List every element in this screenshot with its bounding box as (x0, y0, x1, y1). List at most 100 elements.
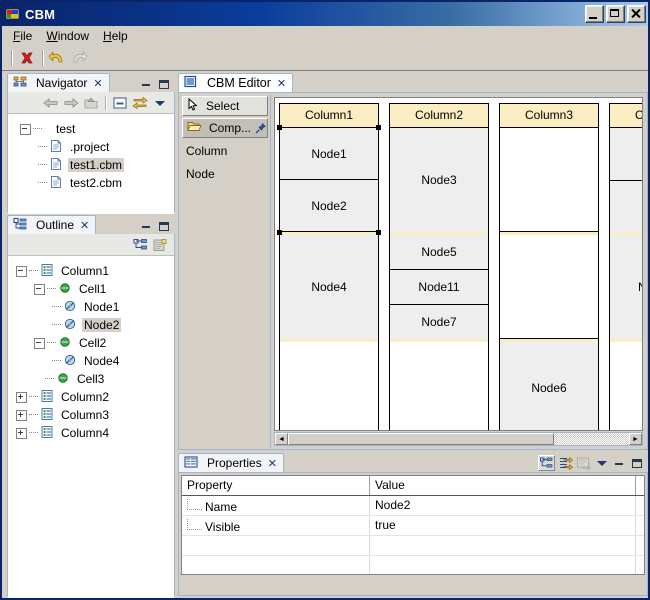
diagram-node[interactable]: Node7 (390, 305, 488, 339)
scrollbar-thumb[interactable] (288, 433, 554, 445)
diagram-node[interactable]: Node3 (390, 128, 488, 232)
expander-icon[interactable] (16, 265, 27, 277)
diagram-cell[interactable]: Node10 (610, 235, 642, 342)
palette-select-tool[interactable]: Select (182, 96, 268, 116)
forward-button[interactable] (61, 94, 81, 112)
navigator-minimize-icon[interactable] (140, 78, 153, 91)
outline-item-node2[interactable]: Node2 (8, 316, 174, 334)
menu-window[interactable]: Window (39, 27, 96, 45)
scroll-right-arrow-icon[interactable]: ► (629, 433, 642, 445)
diagram-cell[interactable]: Node6 (500, 342, 598, 430)
diagram-node[interactable]: Node6 (500, 342, 598, 430)
back-button[interactable] (41, 94, 61, 112)
properties-table[interactable]: Property Value Name Node2 Visible true (181, 475, 645, 575)
outline-tree[interactable]: Column1 Cell1 Node1 Node2 Cell2 Node4 Ce… (8, 256, 174, 598)
diagram-column[interactable]: Column4 Node8 Node9 Node10 (609, 103, 642, 430)
outline-item-node4[interactable]: Node4 (8, 352, 174, 370)
sort-tree-button[interactable] (130, 236, 150, 254)
minimize-button[interactable] (585, 5, 604, 23)
editor-close-icon[interactable]: ✕ (277, 78, 286, 89)
close-button[interactable] (627, 5, 646, 23)
properties-close-icon[interactable]: ✕ (268, 458, 277, 469)
diagram-node[interactable]: Node10 (610, 235, 642, 339)
outline-close-icon[interactable]: ✕ (80, 220, 89, 231)
diagram-node[interactable]: Node4 (280, 235, 378, 339)
table-row[interactable]: Visible true (182, 516, 644, 536)
diagram-cell[interactable] (390, 342, 488, 430)
tree-item-test1-cbm[interactable]: test1.cbm (8, 156, 174, 174)
menu-file[interactable]: File (6, 27, 39, 45)
delete-button[interactable] (17, 48, 37, 68)
palette-entry-column[interactable]: Column (180, 141, 270, 161)
table-row[interactable] (182, 556, 644, 574)
outline-item-cell2[interactable]: Cell2 (8, 334, 174, 352)
value-cell[interactable]: true (370, 516, 636, 535)
selection-handle[interactable] (277, 230, 282, 235)
diagram-cell[interactable]: Node3 (390, 128, 488, 235)
tab-cbm-editor[interactable]: CBM Editor ✕ (178, 73, 294, 92)
diagram-node[interactable]: Node8 (610, 128, 642, 181)
navigator-maximize-icon[interactable] (158, 78, 171, 91)
selection-handle[interactable] (376, 230, 381, 235)
diagram-column[interactable]: Column1 Node1 Node2 Node4 (277, 103, 381, 430)
outline-item-column2[interactable]: Column2 (8, 388, 174, 406)
diagram-cell[interactable]: Node8 Node9 (610, 128, 642, 235)
expander-icon[interactable] (16, 427, 27, 439)
outline-item-cell3[interactable]: Cell3 (8, 370, 174, 388)
menu-help[interactable]: Help (96, 27, 135, 45)
tree-item-test[interactable]: test (8, 120, 174, 138)
outline-maximize-icon[interactable] (158, 220, 171, 233)
scrollbar-track[interactable] (288, 433, 629, 445)
show-advanced-button[interactable] (558, 456, 573, 470)
properties-maximize-icon[interactable] (631, 457, 644, 470)
tab-outline[interactable]: Outline ✕ (7, 215, 97, 234)
tree-item-project[interactable]: .project (8, 138, 174, 156)
properties-view-menu-button[interactable] (594, 456, 609, 470)
expander-icon[interactable] (20, 123, 31, 135)
diagram-node[interactable]: Node5 (390, 235, 488, 270)
outline-item-cell1[interactable]: Cell1 (8, 280, 174, 298)
collapse-all-button[interactable] (110, 94, 130, 112)
value-cell[interactable] (370, 556, 636, 574)
diagram-cell[interactable] (280, 342, 378, 430)
diagram-cell[interactable]: Node4 (280, 235, 378, 342)
diagram-cell[interactable]: Node5 Node11 Node7 (390, 235, 488, 342)
diagram-cell[interactable] (500, 235, 598, 342)
show-categories-button[interactable] (538, 455, 555, 471)
diagram-node[interactable]: Node9 (610, 180, 642, 232)
maximize-button[interactable] (606, 5, 625, 23)
navigator-close-icon[interactable]: ✕ (93, 78, 102, 89)
palette-components-drawer[interactable]: Comp... (182, 118, 268, 138)
properties-minimize-icon[interactable] (613, 457, 626, 470)
undo-button[interactable] (48, 48, 68, 68)
expander-icon[interactable] (16, 409, 27, 421)
outline-item-column4[interactable]: Column4 (8, 424, 174, 442)
link-with-editor-button[interactable] (130, 94, 150, 112)
diagram-cell[interactable] (610, 342, 642, 430)
pin-icon[interactable] (255, 122, 266, 134)
outline-item-node1[interactable]: Node1 (8, 298, 174, 316)
diagram-node[interactable]: Node1 (280, 128, 378, 180)
table-row[interactable] (182, 536, 644, 556)
expander-icon[interactable] (34, 283, 45, 295)
diagram-node[interactable]: Node11 (390, 270, 488, 305)
selection-handle[interactable] (277, 125, 282, 130)
palette-entry-node[interactable]: Node (180, 164, 270, 184)
expander-icon[interactable] (34, 337, 45, 349)
selection-handle[interactable] (376, 125, 381, 130)
outline-minimize-icon[interactable] (140, 220, 153, 233)
diagram-column[interactable]: Column2 Node3 Node5 Node11 Node7 (389, 103, 489, 430)
tab-navigator[interactable]: Navigator ✕ (7, 73, 110, 92)
outline-item-column3[interactable]: Column3 (8, 406, 174, 424)
outline-item-column1[interactable]: Column1 (8, 262, 174, 280)
diagram-node[interactable]: Node2 (280, 180, 378, 232)
diagram-column[interactable]: Column3 Node6 (499, 103, 599, 430)
tree-item-test2-cbm[interactable]: test2.cbm (8, 174, 174, 192)
diagram-cell[interactable] (500, 128, 598, 235)
table-row[interactable]: Name Node2 (182, 496, 644, 516)
scroll-left-arrow-icon[interactable]: ◄ (275, 433, 288, 445)
value-cell[interactable]: Node2 (370, 496, 636, 515)
diagram-cell[interactable]: Node1 Node2 (277, 125, 381, 235)
navigator-view-menu-button[interactable] (150, 94, 170, 112)
tab-properties[interactable]: Properties ✕ (178, 453, 284, 472)
